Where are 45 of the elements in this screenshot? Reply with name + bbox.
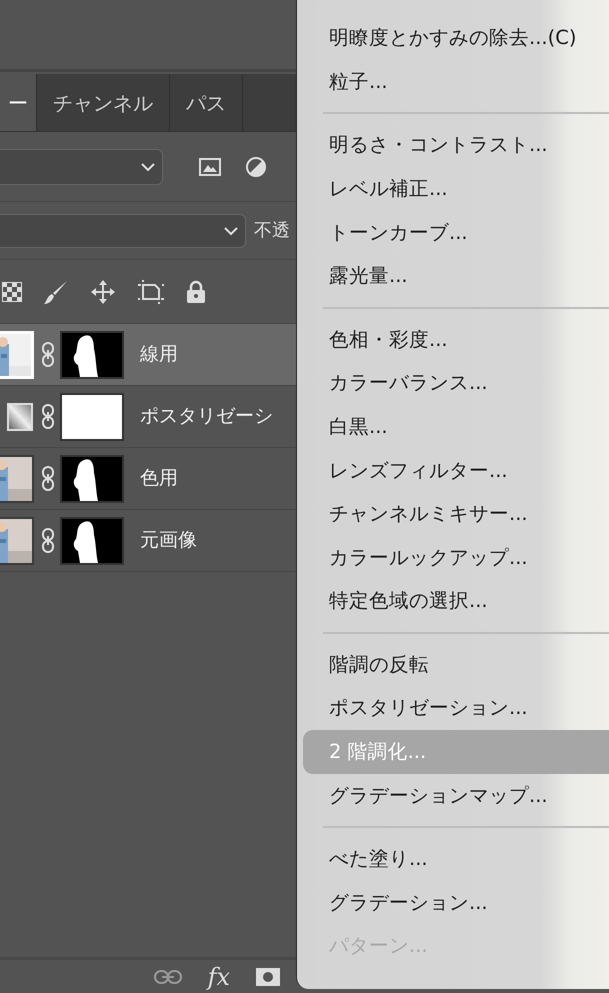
menu-item[interactable]: べた塗り... bbox=[303, 837, 609, 881]
tab[interactable]: ー bbox=[0, 74, 37, 131]
menu-item[interactable]: カラーバランス... bbox=[303, 361, 609, 405]
menu-item[interactable]: レンズフィルター... bbox=[303, 448, 609, 492]
layer-row[interactable]: 線用 bbox=[0, 324, 296, 386]
menu-item[interactable]: グラデーション... bbox=[303, 880, 609, 924]
chevron-icon bbox=[140, 160, 156, 172]
link-icon[interactable] bbox=[42, 528, 54, 553]
half-circle-icon[interactable] bbox=[245, 156, 267, 178]
menu-item[interactable]: チャンネルミキサー... bbox=[303, 492, 609, 536]
layer-mask-thumbnail[interactable] bbox=[60, 392, 124, 440]
move-icon[interactable] bbox=[90, 278, 116, 304]
image-icon[interactable] bbox=[199, 158, 221, 176]
layer-mask-thumbnail[interactable] bbox=[60, 454, 124, 502]
menu-item[interactable]: 色相・彩度... bbox=[303, 318, 609, 362]
link-icon[interactable] bbox=[42, 342, 54, 367]
menu-item[interactable]: トーンカーブ... bbox=[303, 210, 609, 254]
layer-name: 線用 bbox=[140, 342, 178, 368]
link-icon[interactable] bbox=[154, 970, 182, 984]
menu-item[interactable]: カラールックアップ... bbox=[303, 536, 609, 580]
link-icon[interactable] bbox=[42, 466, 54, 491]
fx-button[interactable]: fx bbox=[208, 964, 230, 988]
artboard-icon[interactable] bbox=[137, 278, 165, 304]
menu-item[interactable]: 粒子... bbox=[303, 60, 609, 104]
layer-name: 元画像 bbox=[140, 528, 197, 554]
checkerboard-icon[interactable] bbox=[2, 282, 22, 302]
mask-icon[interactable] bbox=[256, 968, 280, 986]
menu-item[interactable]: 階調の反転 bbox=[303, 642, 609, 686]
menu-item[interactable]: 明瞭度とかすみの除去...(C) bbox=[303, 16, 609, 60]
layer-mask-thumbnail[interactable] bbox=[60, 330, 124, 378]
menu-item[interactable]: グラデーションマップ... bbox=[303, 774, 609, 818]
layer-name: 色用 bbox=[140, 466, 178, 492]
lock-icon[interactable] bbox=[186, 280, 206, 304]
layer-mask-thumbnail[interactable] bbox=[60, 516, 124, 564]
menu-item[interactable]: 露光量... bbox=[303, 254, 609, 298]
menu-item[interactable]: 明るさ・コントラスト... bbox=[303, 123, 609, 167]
link-icon[interactable] bbox=[42, 404, 54, 429]
layer-name: ポスタリゼーシ bbox=[140, 404, 273, 430]
menu-item[interactable]: 白黒... bbox=[303, 404, 609, 448]
menu-item[interactable]: ポスタリゼーション... bbox=[303, 686, 609, 730]
menu-item[interactable]: レベル補正... bbox=[303, 166, 609, 210]
brush-icon[interactable] bbox=[43, 278, 69, 304]
chevron-icon bbox=[223, 224, 239, 236]
menu-item[interactable]: 特定色域の選択... bbox=[303, 579, 609, 623]
opacity-label: 不透 bbox=[254, 219, 290, 243]
